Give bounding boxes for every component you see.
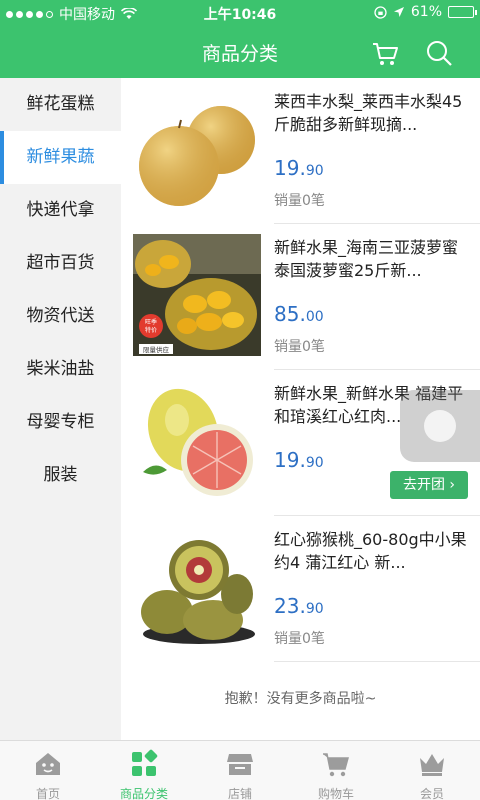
product-image-pear xyxy=(133,88,261,210)
cart-icon xyxy=(323,753,349,777)
product-price: 85.00 xyxy=(274,302,324,326)
lock-rotation-icon xyxy=(374,5,387,19)
assistive-touch-icon xyxy=(424,410,456,442)
store-icon xyxy=(227,754,253,775)
product-price: 23.90 xyxy=(274,594,324,618)
product-image-pomelo xyxy=(133,380,261,502)
badge-bottom-text: 特价 xyxy=(145,326,157,334)
product-image-jackfruit: 旺季 特价 限量供应 xyxy=(133,234,261,356)
sidebar-item-fresh-produce[interactable]: 新鲜果蔬 xyxy=(0,131,121,184)
tab-member[interactable]: 会员 xyxy=(384,741,480,800)
category-icon xyxy=(132,749,158,776)
tab-store[interactable]: 店铺 xyxy=(192,741,288,800)
product-card[interactable]: 莱西丰水梨_莱西丰水梨45斤脆甜多新鲜现摘... 19.90 销量0笔 xyxy=(121,78,480,224)
battery-percent: 61% xyxy=(410,4,442,20)
cart-button[interactable] xyxy=(370,38,400,68)
product-name: 红心猕猴桃_60-80g中小果约4 蒲江红心 新... xyxy=(274,530,467,572)
sidebar-item-clothing[interactable]: 服装 xyxy=(0,449,121,502)
category-sidebar: 鲜花蛋糕 新鲜果蔬 快递代拿 超市百货 物资代送 柴米油盐 母婴专柜 服装 xyxy=(0,78,121,740)
header: 商品分类 xyxy=(0,26,480,78)
tab-home[interactable]: 首页 xyxy=(0,741,96,800)
tab-category[interactable]: 商品分类 xyxy=(96,741,192,800)
tab-cart[interactable]: 购物车 xyxy=(288,741,384,800)
crown-icon xyxy=(420,754,444,776)
tab-label: 购物车 xyxy=(317,787,354,800)
product-price: 19.90 xyxy=(274,156,324,180)
assistive-touch-button[interactable] xyxy=(400,390,480,462)
sidebar-item-mother-baby[interactable]: 母婴专柜 xyxy=(0,396,121,449)
limited-supply-tag: 限量供应 xyxy=(143,345,170,354)
start-group-label: 去开团 xyxy=(402,477,445,493)
sidebar-item-groceries[interactable]: 柴米油盐 xyxy=(0,343,121,396)
no-more-message: 抱歉！没有更多商品啦~ xyxy=(224,691,377,707)
location-icon xyxy=(393,7,404,17)
start-group-button[interactable]: 去开团 › xyxy=(390,471,468,499)
bottom-tab-bar: 首页 商品分类 店铺 购物车 会员 xyxy=(0,740,480,800)
search-icon xyxy=(427,41,452,66)
cart-icon xyxy=(373,43,398,65)
product-card[interactable]: 旺季 特价 限量供应 新鲜水果_海南三亚菠萝蜜泰国菠萝蜜25斤新... 85.0… xyxy=(121,224,480,370)
product-name: 新鲜水果_海南三亚菠萝蜜泰国菠萝蜜25斤新... xyxy=(274,238,459,280)
status-bar: 中国移动 上午10:46 61% xyxy=(0,0,480,26)
product-card[interactable]: 红心猕猴桃_60-80g中小果约4 蒲江红心 新... 23.90 销量0笔 xyxy=(121,516,480,662)
product-image-kiwi xyxy=(133,526,261,648)
product-sales: 销量0笔 xyxy=(274,631,325,647)
home-icon xyxy=(36,753,60,775)
sidebar-item-delivery[interactable]: 物资代送 xyxy=(0,290,121,343)
battery-icon xyxy=(448,6,477,18)
sidebar-item-supermarket[interactable]: 超市百货 xyxy=(0,237,121,290)
product-sales: 销量0笔 xyxy=(274,193,325,209)
sidebar-item-express-pickup[interactable]: 快递代拿 xyxy=(0,184,121,237)
product-sales: 销量0笔 xyxy=(274,339,325,355)
page-title: 商品分类 xyxy=(201,43,278,65)
divider xyxy=(274,661,480,662)
tab-label: 会员 xyxy=(419,787,444,800)
chevron-right-icon: › xyxy=(449,477,456,493)
tab-label: 店铺 xyxy=(227,787,252,800)
badge-top-text: 旺季 xyxy=(145,318,157,326)
search-button[interactable] xyxy=(424,38,454,68)
tab-label: 商品分类 xyxy=(119,787,168,800)
sidebar-item-flowers-cakes[interactable]: 鲜花蛋糕 xyxy=(0,78,121,131)
tab-label: 首页 xyxy=(35,787,60,800)
product-name: 莱西丰水梨_莱西丰水梨45斤脆甜多新鲜现摘... xyxy=(274,92,463,134)
product-price: 19.90 xyxy=(274,448,324,472)
